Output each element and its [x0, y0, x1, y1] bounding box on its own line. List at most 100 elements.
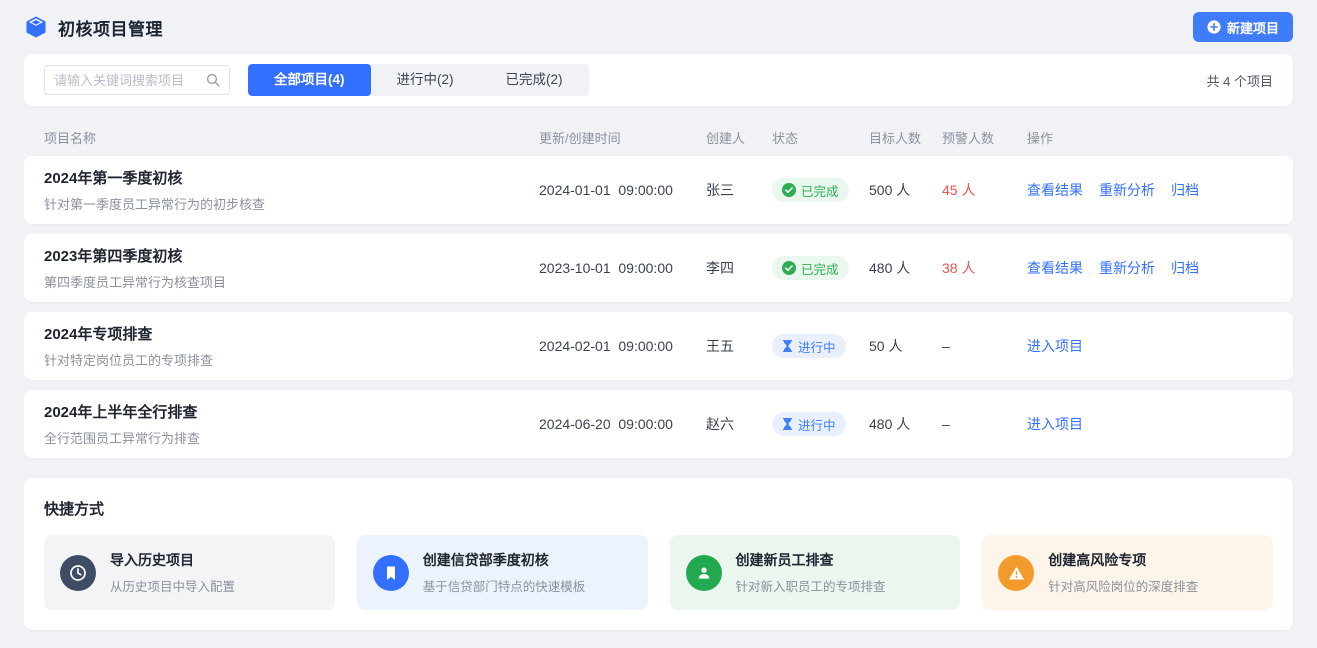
person-icon — [696, 565, 712, 581]
shortcut-icon-circle — [373, 555, 409, 591]
project-name-cell: 2024年上半年全行排查 全行范围员工异常行为排查 — [44, 401, 539, 447]
creator: 王五 — [706, 336, 772, 356]
project-title: 2024年第一季度初核 — [44, 167, 539, 188]
filter-bar: 全部项目(4) 进行中(2) 已完成(2) 共 4 个项目 — [24, 54, 1293, 106]
status-label: 进行中 — [798, 415, 836, 434]
total-project-count: 共 4 个项目 — [1207, 71, 1273, 90]
project-description: 第四季度员工异常行为核查项目 — [44, 272, 539, 291]
project-description: 针对特定岗位员工的专项排查 — [44, 350, 539, 369]
shortcut-tile[interactable]: 创建信贷部季度初核 基于信贷部门特点的快速模板 — [357, 535, 648, 610]
creator: 张三 — [706, 180, 772, 200]
tab-completed[interactable]: 已完成(2) — [480, 64, 589, 96]
warning-icon — [1008, 565, 1025, 581]
update-time: 2024-06-20 09:00:00 — [539, 416, 706, 432]
shortcut-text: 创建高风险专项 针对高风险岗位的深度排查 — [1048, 550, 1198, 595]
project-list: 2024年第一季度初核 针对第一季度员工异常行为的初步核查 2024-01-01… — [24, 156, 1293, 458]
project-filter-tabs: 全部项目(4) 进行中(2) 已完成(2) — [248, 64, 589, 96]
preliminary-review-project-management-page: 初核项目管理 新建项目 全部项目(4) 进行中(2) — [0, 0, 1317, 630]
project-name-cell: 2024年专项排查 针对特定岗位员工的专项排查 — [44, 323, 539, 369]
status-badge: 已完成 — [772, 178, 849, 202]
status-cell: 进行中 — [772, 412, 869, 436]
status-badge: 已完成 — [772, 256, 849, 280]
action-link[interactable]: 重新分析 — [1099, 182, 1155, 198]
shortcut-title: 创建新员工排查 — [736, 550, 886, 570]
column-header-target: 目标人数 — [869, 128, 942, 147]
shortcut-description: 从历史项目中导入配置 — [110, 576, 235, 595]
plus-circle-icon — [1207, 20, 1221, 34]
project-title: 2024年专项排查 — [44, 323, 539, 344]
action-link[interactable]: 查看结果 — [1027, 260, 1083, 276]
new-project-button-label: 新建项目 — [1227, 18, 1279, 37]
shortcut-text: 创建信贷部季度初核 基于信贷部门特点的快速模板 — [423, 550, 586, 595]
clock-icon — [69, 564, 87, 582]
status-badge: 进行中 — [772, 412, 846, 436]
action-link[interactable]: 归档 — [1171, 182, 1199, 198]
hourglass-icon — [782, 418, 793, 430]
column-header-creator: 创建人 — [706, 128, 772, 147]
shortcut-tile[interactable]: 创建高风险专项 针对高风险岗位的深度排查 — [982, 535, 1273, 610]
check-circle-icon — [782, 261, 796, 275]
project-description: 全行范围员工异常行为排查 — [44, 428, 539, 447]
table-row: 2024年第一季度初核 针对第一季度员工异常行为的初步核查 2024-01-01… — [24, 156, 1293, 224]
target-count: 50 人 — [869, 336, 942, 356]
shortcut-icon-circle — [686, 555, 722, 591]
update-time: 2024-01-01 09:00:00 — [539, 182, 706, 198]
shortcuts-heading: 快捷方式 — [44, 498, 1273, 519]
search-input[interactable] — [54, 73, 206, 88]
project-description: 针对第一季度员工异常行为的初步核查 — [44, 194, 539, 213]
page-title: 初核项目管理 — [58, 15, 163, 40]
bookmark-icon — [383, 565, 399, 581]
top-bar: 初核项目管理 新建项目 — [24, 0, 1293, 54]
action-link[interactable]: 进入项目 — [1027, 416, 1083, 432]
status-label: 已完成 — [801, 181, 839, 200]
column-header-warning: 预警人数 — [942, 128, 1027, 147]
column-header-time: 更新/创建时间 — [539, 128, 706, 147]
row-actions: 查看结果重新分析归档 — [1027, 258, 1273, 278]
shortcut-title: 导入历史项目 — [110, 550, 235, 570]
warning-count: 45 人 — [942, 180, 1027, 200]
shortcut-description: 基于信贷部门特点的快速模板 — [423, 576, 586, 595]
column-header-actions: 操作 — [1027, 128, 1273, 147]
shortcut-description: 针对新入职员工的专项排查 — [736, 576, 886, 595]
row-actions: 进入项目 — [1027, 414, 1273, 434]
action-link[interactable]: 进入项目 — [1027, 338, 1083, 354]
shortcut-tiles: 导入历史项目 从历史项目中导入配置 — [44, 535, 1273, 610]
target-count: 480 人 — [869, 414, 942, 434]
status-cell: 已完成 — [772, 178, 869, 202]
tab-all-projects[interactable]: 全部项目(4) — [248, 64, 371, 96]
check-circle-icon — [782, 183, 796, 197]
action-link[interactable]: 重新分析 — [1099, 260, 1155, 276]
project-name-cell: 2023年第四季度初核 第四季度员工异常行为核查项目 — [44, 245, 539, 291]
table-row: 2024年专项排查 针对特定岗位员工的专项排查 2024-02-01 09:00… — [24, 312, 1293, 380]
new-project-button[interactable]: 新建项目 — [1193, 12, 1293, 42]
shortcut-text: 导入历史项目 从历史项目中导入配置 — [110, 550, 235, 595]
creator: 李四 — [706, 258, 772, 278]
action-link[interactable]: 归档 — [1171, 260, 1199, 276]
table-row: 2023年第四季度初核 第四季度员工异常行为核查项目 2023-10-01 09… — [24, 234, 1293, 302]
creator: 赵六 — [706, 414, 772, 434]
shortcut-title: 创建高风险专项 — [1048, 550, 1198, 570]
target-count: 480 人 — [869, 258, 942, 278]
search-icon[interactable] — [206, 73, 220, 87]
shortcut-title: 创建信贷部季度初核 — [423, 550, 586, 570]
shortcut-text: 创建新员工排查 针对新入职员工的专项排查 — [736, 550, 886, 595]
warning-count: 38 人 — [942, 258, 1027, 278]
shortcut-icon-circle — [60, 555, 96, 591]
warning-count: – — [942, 338, 1027, 354]
title-wrap: 初核项目管理 — [24, 15, 163, 40]
shortcut-tile[interactable]: 导入历史项目 从历史项目中导入配置 — [44, 535, 335, 610]
shortcuts-section: 快捷方式 — [24, 478, 1293, 630]
cube-icon — [24, 15, 48, 39]
table-row: 2024年上半年全行排查 全行范围员工异常行为排查 2024-06-20 09:… — [24, 390, 1293, 458]
status-label: 已完成 — [801, 259, 839, 278]
update-time: 2024-02-01 09:00:00 — [539, 338, 706, 354]
hourglass-icon — [782, 340, 793, 352]
project-title: 2023年第四季度初核 — [44, 245, 539, 266]
row-actions: 进入项目 — [1027, 336, 1273, 356]
tab-in-progress[interactable]: 进行中(2) — [371, 64, 480, 96]
project-name-cell: 2024年第一季度初核 针对第一季度员工异常行为的初步核查 — [44, 167, 539, 213]
status-label: 进行中 — [798, 337, 836, 356]
shortcut-tile[interactable]: 创建新员工排查 针对新入职员工的专项排查 — [670, 535, 961, 610]
action-link[interactable]: 查看结果 — [1027, 182, 1083, 198]
project-title: 2024年上半年全行排查 — [44, 401, 539, 422]
